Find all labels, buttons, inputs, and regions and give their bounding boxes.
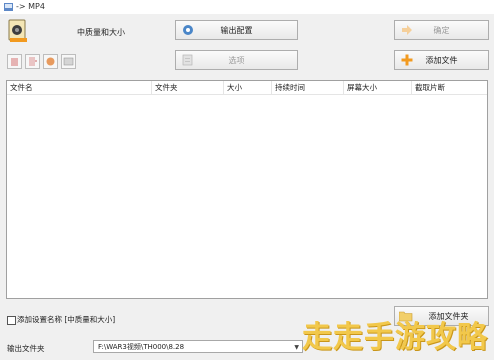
column-header-folder[interactable]: 文件夹 <box>152 81 224 94</box>
chevron-down-icon[interactable]: ▼ <box>294 344 299 351</box>
profile-icon <box>8 19 27 42</box>
remove-icon <box>11 58 18 66</box>
watermark: 走走手游攻略 <box>302 320 488 355</box>
add-file-label: 添加文件 <box>425 55 458 65</box>
table-header: 文件名 文件夹 大小 持续时间 屏幕大小 截取片断 <box>7 81 487 95</box>
file-table[interactable]: 文件名 文件夹 大小 持续时间 屏幕大小 截取片断 <box>6 80 488 299</box>
app-icon <box>4 3 13 11</box>
play-tool-button[interactable] <box>43 54 58 69</box>
column-header-screen-size[interactable]: 屏幕大小 <box>344 81 412 94</box>
clear-tool-button[interactable] <box>25 54 40 69</box>
confirm-label: 确定 <box>433 25 450 35</box>
confirm-button[interactable]: 确定 <box>394 20 489 40</box>
options-label: 选项 <box>228 55 245 65</box>
play-icon <box>46 57 55 66</box>
output-folder-value: F:\WAR3视频\TH000\8.28 <box>98 343 185 351</box>
clear-icon <box>29 57 37 66</box>
options-button[interactable]: 选项 <box>175 50 298 70</box>
output-folder-select[interactable]: F:\WAR3视频\TH000\8.28 ▼ <box>93 340 303 353</box>
add-setting-name-checkbox[interactable] <box>7 316 16 325</box>
remove-tool-button[interactable] <box>7 54 22 69</box>
output-config-button[interactable]: 输出配置 <box>175 20 298 40</box>
column-header-filename[interactable]: 文件名 <box>7 81 152 94</box>
column-header-clip[interactable]: 截取片断 <box>412 81 487 94</box>
column-header-size[interactable]: 大小 <box>224 81 272 94</box>
info-icon <box>63 57 74 66</box>
column-header-duration[interactable]: 持续时间 <box>272 81 344 94</box>
output-config-label: 输出配置 <box>220 25 253 35</box>
profile-label: 中质量和大小 <box>77 28 125 37</box>
output-folder-label: 输出文件夹 <box>7 344 45 353</box>
add-setting-name-label: 添加设置名称 [中质量和大小] <box>17 315 116 324</box>
window-title: -> MP4 <box>16 2 45 11</box>
info-tool-button[interactable] <box>61 54 76 69</box>
add-file-button[interactable]: 添加文件 <box>394 50 489 70</box>
title-bar: -> MP4 <box>0 0 494 14</box>
